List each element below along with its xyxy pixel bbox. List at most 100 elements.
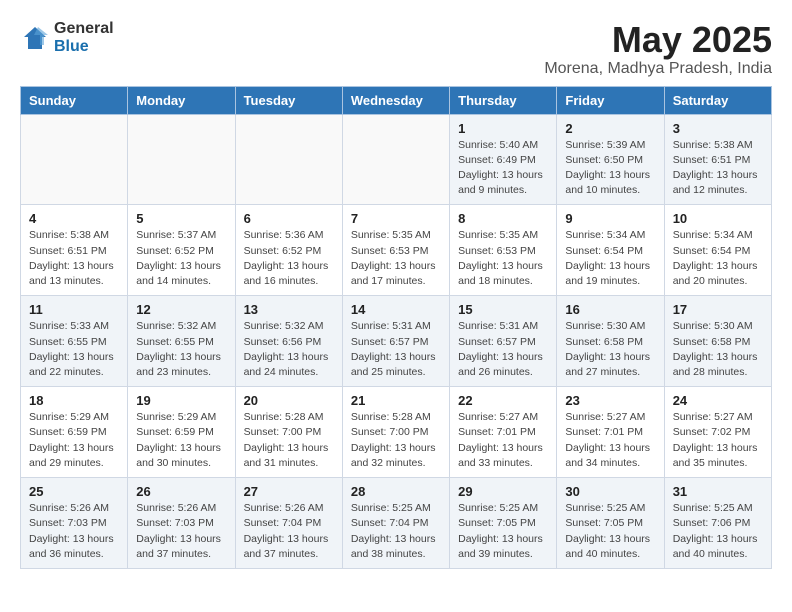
day-number: 28 <box>351 484 441 499</box>
day-number: 6 <box>244 211 334 226</box>
day-number: 13 <box>244 302 334 317</box>
calendar-cell: 13 Sunrise: 5:32 AM Sunset: 6:56 PM Dayli… <box>235 296 342 387</box>
calendar-cell: 4 Sunrise: 5:38 AM Sunset: 6:51 PM Daylig… <box>21 205 128 296</box>
day-info: Sunrise: 5:29 AM Sunset: 6:59 PM Dayligh… <box>29 410 119 471</box>
location-subtitle: Morena, Madhya Pradesh, India <box>544 60 772 78</box>
calendar-cell: 18 Sunrise: 5:29 AM Sunset: 6:59 PM Dayli… <box>21 387 128 478</box>
logo-icon <box>20 23 50 53</box>
day-info: Sunrise: 5:26 AM Sunset: 7:03 PM Dayligh… <box>29 501 119 562</box>
day-number: 29 <box>458 484 548 499</box>
calendar-cell: 22 Sunrise: 5:27 AM Sunset: 7:01 PM Dayli… <box>450 387 557 478</box>
day-info: Sunrise: 5:26 AM Sunset: 7:03 PM Dayligh… <box>136 501 226 562</box>
day-number: 3 <box>673 121 763 136</box>
day-info: Sunrise: 5:25 AM Sunset: 7:05 PM Dayligh… <box>458 501 548 562</box>
day-info: Sunrise: 5:28 AM Sunset: 7:00 PM Dayligh… <box>244 410 334 471</box>
weekday-header-wednesday: Wednesday <box>342 86 449 114</box>
day-info: Sunrise: 5:32 AM Sunset: 6:56 PM Dayligh… <box>244 319 334 380</box>
logo-blue-text: Blue <box>54 38 114 56</box>
weekday-header-thursday: Thursday <box>450 86 557 114</box>
day-info: Sunrise: 5:27 AM Sunset: 7:01 PM Dayligh… <box>458 410 548 471</box>
title-section: May 2025 Morena, Madhya Pradesh, India <box>544 20 772 78</box>
day-number: 22 <box>458 393 548 408</box>
calendar-cell: 7Sunrise: 5:35 AM Sunset: 6:53 PM Daylig… <box>342 205 449 296</box>
calendar-week-4: 18 Sunrise: 5:29 AM Sunset: 6:59 PM Dayli… <box>21 387 772 478</box>
calendar-cell: 19 Sunrise: 5:29 AM Sunset: 6:59 PM Dayli… <box>128 387 235 478</box>
logo-general-text: General <box>54 20 114 38</box>
weekday-header-tuesday: Tuesday <box>235 86 342 114</box>
calendar-cell: 24Sunrise: 5:27 AM Sunset: 7:02 PM Dayli… <box>664 387 771 478</box>
day-number: 30 <box>565 484 655 499</box>
day-info: Sunrise: 5:35 AM Sunset: 6:53 PM Dayligh… <box>458 228 548 289</box>
day-info: Sunrise: 5:32 AM Sunset: 6:55 PM Dayligh… <box>136 319 226 380</box>
day-number: 25 <box>29 484 119 499</box>
logo-text: General Blue <box>54 20 114 55</box>
calendar-cell: 16Sunrise: 5:30 AM Sunset: 6:58 PM Dayli… <box>557 296 664 387</box>
day-info: Sunrise: 5:36 AM Sunset: 6:52 PM Dayligh… <box>244 228 334 289</box>
day-info: Sunrise: 5:25 AM Sunset: 7:05 PM Dayligh… <box>565 501 655 562</box>
day-number: 4 <box>29 211 119 226</box>
calendar-cell: 29 Sunrise: 5:25 AM Sunset: 7:05 PM Dayli… <box>450 478 557 569</box>
page: General Blue May 2025 Morena, Madhya Pra… <box>0 0 792 579</box>
calendar-cell: 8 Sunrise: 5:35 AM Sunset: 6:53 PM Daylig… <box>450 205 557 296</box>
day-number: 19 <box>136 393 226 408</box>
calendar-cell: 11Sunrise: 5:33 AM Sunset: 6:55 PM Dayli… <box>21 296 128 387</box>
month-title: May 2025 <box>544 20 772 60</box>
day-info: Sunrise: 5:27 AM Sunset: 7:01 PM Dayligh… <box>565 410 655 471</box>
calendar-cell: 30 Sunrise: 5:25 AM Sunset: 7:05 PM Dayli… <box>557 478 664 569</box>
calendar-cell: 6 Sunrise: 5:36 AM Sunset: 6:52 PM Daylig… <box>235 205 342 296</box>
calendar-cell: 31 Sunrise: 5:25 AM Sunset: 7:06 PM Dayli… <box>664 478 771 569</box>
day-info: Sunrise: 5:34 AM Sunset: 6:54 PM Dayligh… <box>565 228 655 289</box>
day-number: 18 <box>29 393 119 408</box>
calendar-cell: 1Sunrise: 5:40 AM Sunset: 6:49 PM Daylig… <box>450 114 557 205</box>
calendar-cell <box>235 114 342 205</box>
day-number: 8 <box>458 211 548 226</box>
calendar-cell: 27 Sunrise: 5:26 AM Sunset: 7:04 PM Dayli… <box>235 478 342 569</box>
day-number: 21 <box>351 393 441 408</box>
day-info: Sunrise: 5:27 AM Sunset: 7:02 PM Dayligh… <box>673 410 763 471</box>
day-info: Sunrise: 5:39 AM Sunset: 6:50 PM Dayligh… <box>565 138 655 199</box>
calendar-week-2: 4 Sunrise: 5:38 AM Sunset: 6:51 PM Daylig… <box>21 205 772 296</box>
day-info: Sunrise: 5:35 AM Sunset: 6:53 PM Dayligh… <box>351 228 441 289</box>
calendar-cell <box>21 114 128 205</box>
day-info: Sunrise: 5:28 AM Sunset: 7:00 PM Dayligh… <box>351 410 441 471</box>
calendar-cell: 17Sunrise: 5:30 AM Sunset: 6:58 PM Dayli… <box>664 296 771 387</box>
day-number: 10 <box>673 211 763 226</box>
calendar-table: SundayMondayTuesdayWednesdayThursdayFrid… <box>20 86 772 569</box>
day-info: Sunrise: 5:25 AM Sunset: 7:06 PM Dayligh… <box>673 501 763 562</box>
day-number: 9 <box>565 211 655 226</box>
day-info: Sunrise: 5:26 AM Sunset: 7:04 PM Dayligh… <box>244 501 334 562</box>
calendar-cell: 9 Sunrise: 5:34 AM Sunset: 6:54 PM Daylig… <box>557 205 664 296</box>
logo: General Blue <box>20 20 114 55</box>
day-info: Sunrise: 5:38 AM Sunset: 6:51 PM Dayligh… <box>673 138 763 199</box>
calendar-cell: 3 Sunrise: 5:38 AM Sunset: 6:51 PM Daylig… <box>664 114 771 205</box>
calendar-week-5: 25 Sunrise: 5:26 AM Sunset: 7:03 PM Dayli… <box>21 478 772 569</box>
calendar-cell: 2 Sunrise: 5:39 AM Sunset: 6:50 PM Daylig… <box>557 114 664 205</box>
day-number: 11 <box>29 302 119 317</box>
calendar-week-3: 11Sunrise: 5:33 AM Sunset: 6:55 PM Dayli… <box>21 296 772 387</box>
day-number: 27 <box>244 484 334 499</box>
calendar-cell: 5Sunrise: 5:37 AM Sunset: 6:52 PM Daylig… <box>128 205 235 296</box>
day-number: 16 <box>565 302 655 317</box>
calendar-header-row: SundayMondayTuesdayWednesdayThursdayFrid… <box>21 86 772 114</box>
calendar-cell <box>128 114 235 205</box>
day-info: Sunrise: 5:34 AM Sunset: 6:54 PM Dayligh… <box>673 228 763 289</box>
day-number: 20 <box>244 393 334 408</box>
day-info: Sunrise: 5:38 AM Sunset: 6:51 PM Dayligh… <box>29 228 119 289</box>
day-number: 2 <box>565 121 655 136</box>
weekday-header-saturday: Saturday <box>664 86 771 114</box>
calendar-cell: 15 Sunrise: 5:31 AM Sunset: 6:57 PM Dayli… <box>450 296 557 387</box>
header: General Blue May 2025 Morena, Madhya Pra… <box>20 20 772 78</box>
day-info: Sunrise: 5:31 AM Sunset: 6:57 PM Dayligh… <box>458 319 548 380</box>
day-number: 12 <box>136 302 226 317</box>
day-number: 26 <box>136 484 226 499</box>
day-info: Sunrise: 5:30 AM Sunset: 6:58 PM Dayligh… <box>673 319 763 380</box>
calendar-cell: 25 Sunrise: 5:26 AM Sunset: 7:03 PM Dayli… <box>21 478 128 569</box>
calendar-cell: 20 Sunrise: 5:28 AM Sunset: 7:00 PM Dayli… <box>235 387 342 478</box>
day-number: 5 <box>136 211 226 226</box>
day-number: 15 <box>458 302 548 317</box>
calendar-cell: 12 Sunrise: 5:32 AM Sunset: 6:55 PM Dayli… <box>128 296 235 387</box>
day-number: 31 <box>673 484 763 499</box>
calendar-cell: 14Sunrise: 5:31 AM Sunset: 6:57 PM Dayli… <box>342 296 449 387</box>
day-number: 23 <box>565 393 655 408</box>
day-info: Sunrise: 5:29 AM Sunset: 6:59 PM Dayligh… <box>136 410 226 471</box>
